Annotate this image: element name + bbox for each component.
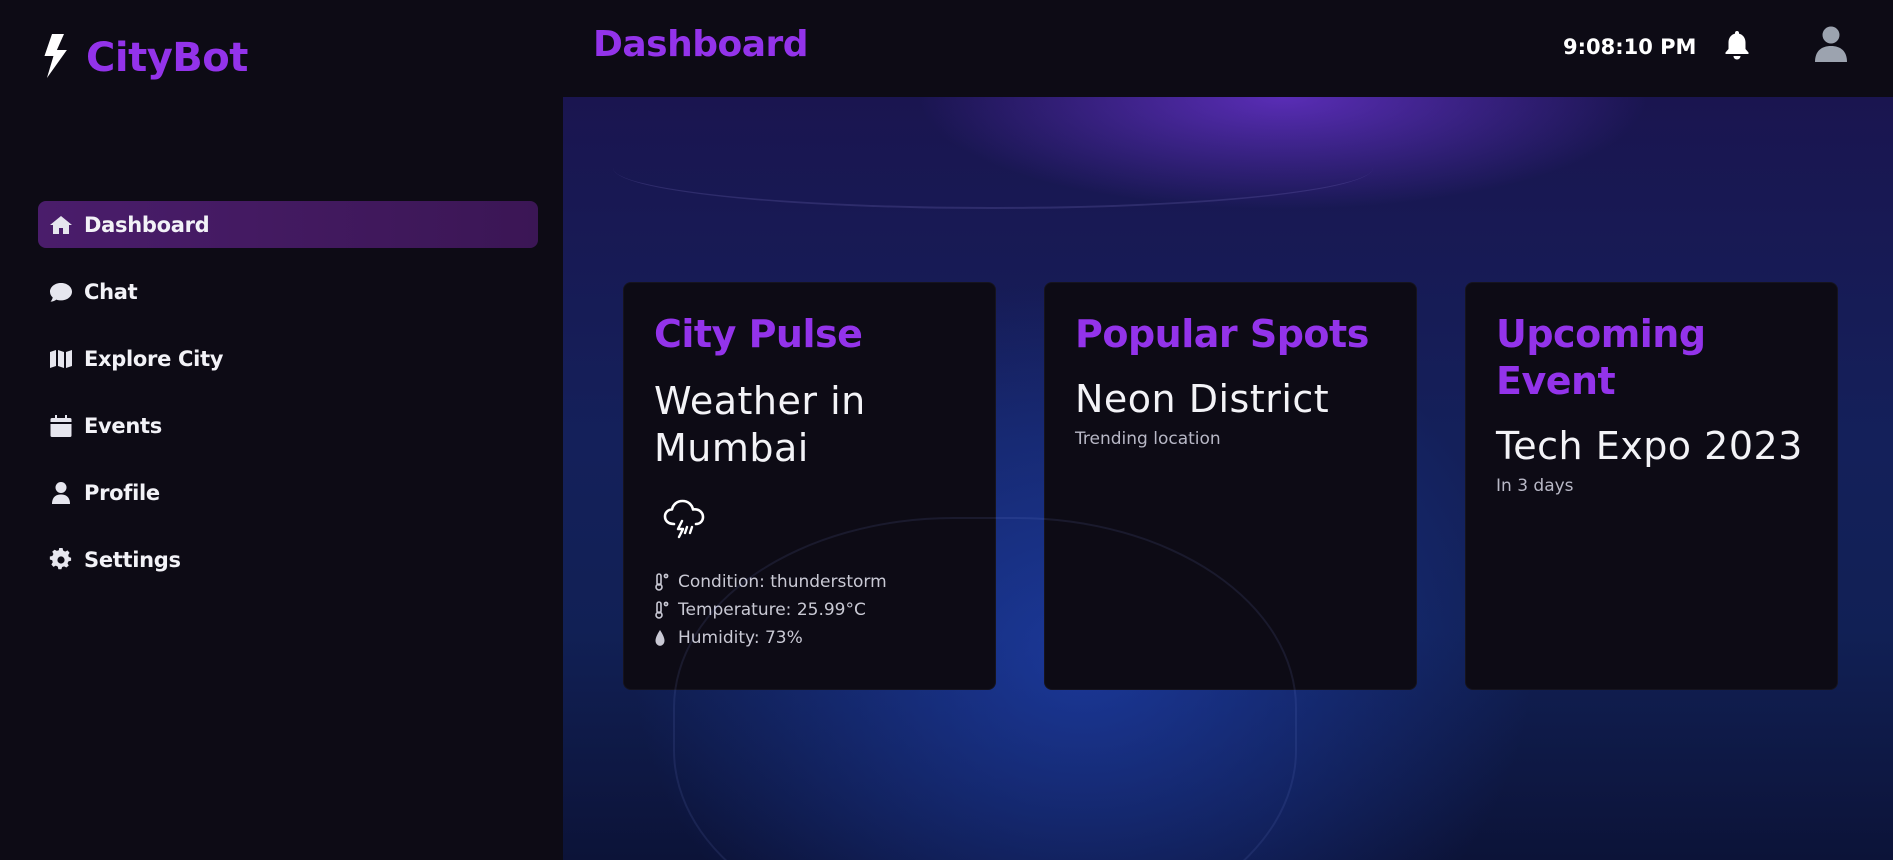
user-icon	[48, 480, 74, 506]
sidebar-item-label: Profile	[84, 480, 160, 505]
thunderstorm-icon	[662, 496, 708, 542]
condition-row: Condition: thunderstorm	[654, 568, 965, 596]
top-header: Dashboard 9:08:10 PM	[563, 0, 1893, 97]
temperature-text: Temperature: 25.99°C	[678, 600, 866, 620]
thermometer-icon	[654, 600, 678, 620]
city-pulse-card: City Pulse Weather in Mumbai Condition: …	[623, 282, 996, 690]
sidebar-item-settings[interactable]: Settings	[38, 536, 538, 583]
spot-subtitle: Trending location	[1075, 429, 1221, 449]
sidebar-item-chat[interactable]: Chat	[38, 268, 538, 315]
sidebar-nav: Dashboard Chat Explore City Events Profi…	[38, 201, 538, 603]
page-title: Dashboard	[593, 24, 809, 65]
sidebar-item-profile[interactable]: Profile	[38, 469, 538, 516]
sidebar-item-label: Events	[84, 413, 162, 438]
calendar-icon	[48, 413, 74, 439]
sidebar-item-label: Dashboard	[84, 212, 210, 237]
thermometer-icon	[654, 572, 678, 592]
chat-icon	[48, 279, 74, 305]
sidebar-item-label: Chat	[84, 279, 138, 304]
humidity-row: Humidity: 73%	[654, 624, 965, 652]
notification-bell-icon[interactable]	[1724, 30, 1750, 60]
card-title: Upcoming Event	[1496, 312, 1706, 403]
sidebar-item-explore-city[interactable]: Explore City	[38, 335, 538, 382]
humidity-text: Humidity: 73%	[678, 628, 803, 648]
weather-stats: Condition: thunderstorm Temperature: 25.…	[654, 568, 965, 652]
map-icon	[48, 346, 74, 372]
sidebar-item-label: Explore City	[84, 346, 224, 371]
card-title: Popular Spots	[1075, 312, 1369, 356]
main-content: City Pulse Weather in Mumbai Condition: …	[563, 97, 1893, 860]
gear-icon	[48, 547, 74, 573]
sidebar-item-events[interactable]: Events	[38, 402, 538, 449]
card-title: City Pulse	[654, 312, 863, 356]
clock: 9:08:10 PM	[1563, 35, 1697, 59]
spot-name: Neon District	[1075, 377, 1330, 421]
user-avatar-icon[interactable]	[1814, 26, 1848, 62]
weather-headline: Weather in Mumbai	[654, 379, 866, 470]
droplet-icon	[654, 628, 678, 648]
event-name: Tech Expo 2023	[1496, 424, 1803, 468]
event-subtitle: In 3 days	[1496, 476, 1574, 496]
sidebar: CityBot Dashboard Chat Explore City Even…	[0, 0, 563, 860]
lightning-bolt-icon	[42, 34, 72, 82]
sidebar-item-dashboard[interactable]: Dashboard	[38, 201, 538, 248]
home-icon	[48, 212, 74, 238]
temperature-row: Temperature: 25.99°C	[654, 596, 965, 624]
upcoming-event-card: Upcoming Event Tech Expo 2023 In 3 days	[1465, 282, 1838, 690]
condition-text: Condition: thunderstorm	[678, 572, 887, 592]
app-name: CityBot	[86, 35, 248, 81]
sidebar-item-label: Settings	[84, 547, 181, 572]
popular-spots-card: Popular Spots Neon District Trending loc…	[1044, 282, 1417, 690]
app-logo[interactable]: CityBot	[42, 34, 248, 82]
